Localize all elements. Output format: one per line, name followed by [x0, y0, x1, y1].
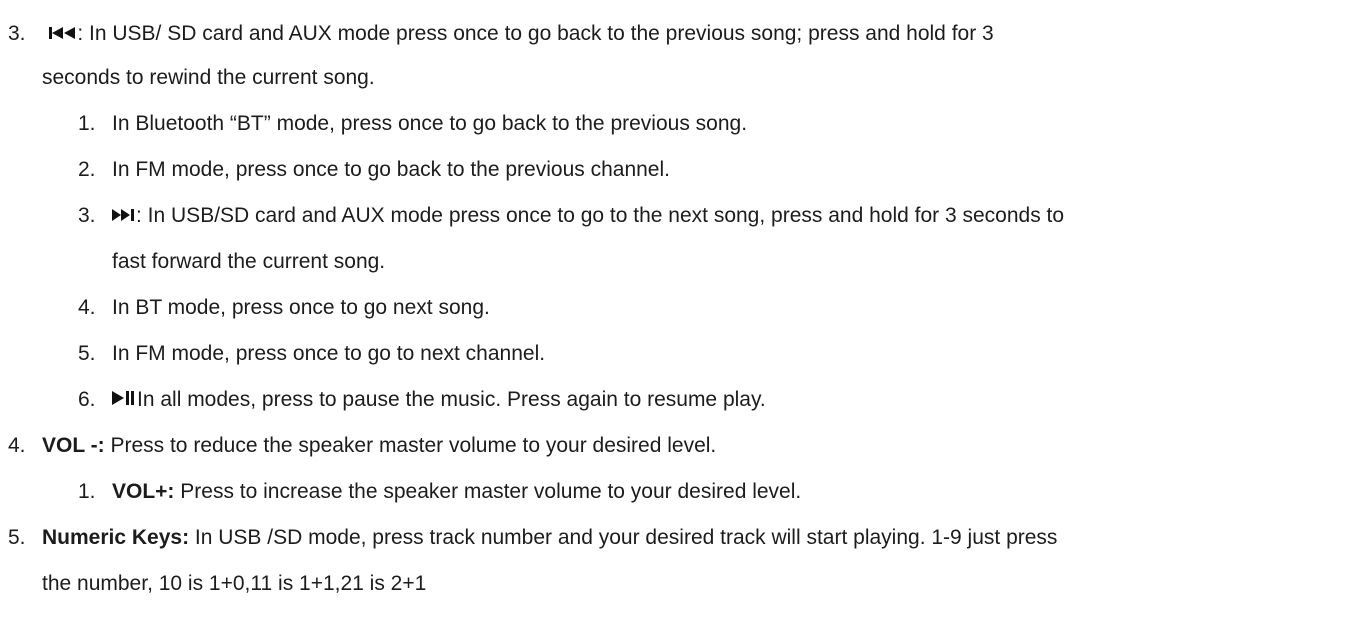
item-text: In Bluetooth “BT” mode, press once to go…	[112, 112, 748, 135]
play-pause-icon	[112, 390, 137, 406]
list-item: 2. In FM mode, press once to go back to t…	[78, 158, 670, 182]
item-text: In USB /SD mode, press track number and …	[189, 526, 1058, 549]
item-number: 2.	[78, 158, 96, 181]
list-item-continuation: fast forward the current song.	[112, 250, 385, 274]
item-number: 6.	[78, 388, 96, 411]
item-text: : In USB/SD card and AUX mode press once…	[136, 204, 1065, 227]
item-label: VOL+:	[112, 480, 175, 503]
item-number: 5.	[78, 342, 96, 365]
item-number: 4.	[78, 296, 96, 319]
item-text: In BT mode, press once to go next song.	[112, 296, 490, 319]
list-item: 3. : In USB/ SD card and AUX mode press …	[8, 22, 994, 46]
item-text: fast forward the current song.	[112, 250, 386, 273]
item-number: 3.	[8, 22, 26, 45]
list-item: 6. In all modes, press to pause the musi…	[78, 388, 766, 412]
item-text: In FM mode, press once to go to next cha…	[112, 342, 546, 365]
item-number: 1.	[78, 112, 96, 135]
item-text: the number, 10 is 1+0,11 is 1+1,21 is 2+…	[42, 572, 427, 595]
item-text: In FM mode, press once to go back to the…	[112, 158, 670, 181]
skip-forward-icon	[112, 208, 136, 222]
list-item: 1. VOL+: Press to increase the speaker ma…	[78, 480, 801, 504]
list-item: 5. In FM mode, press once to go to next c…	[78, 342, 545, 366]
item-label: Numeric Keys:	[42, 526, 190, 549]
skip-back-icon	[49, 26, 77, 40]
list-item: 5. Numeric Keys: In USB /SD mode, press t…	[8, 526, 1057, 550]
item-text: Press to increase the speaker master vol…	[174, 480, 802, 503]
item-number: 1.	[78, 480, 96, 503]
list-item: 1. In Bluetooth “BT” mode, press once to …	[78, 112, 747, 136]
item-text: Press to reduce the speaker master volum…	[104, 434, 717, 457]
item-text: In all modes, press to pause the music. …	[137, 388, 766, 411]
list-item: 4. VOL -: Press to reduce the speaker mas…	[8, 434, 716, 458]
item-text: : In USB/ SD card and AUX mode press onc…	[77, 22, 994, 45]
list-item: 4. In BT mode, press once to go next song…	[78, 296, 490, 320]
list-item-continuation: seconds to rewind the current song.	[42, 66, 375, 90]
item-text: seconds to rewind the current song.	[42, 66, 375, 89]
item-number: 5.	[8, 526, 26, 549]
list-item-continuation: the number, 10 is 1+0,11 is 1+1,21 is 2+…	[42, 572, 426, 596]
item-number: 4.	[8, 434, 26, 457]
item-label: VOL -:	[42, 434, 105, 457]
list-item: 3. : In USB/SD card and AUX mode press o…	[78, 204, 1064, 228]
item-number: 3.	[78, 204, 96, 227]
